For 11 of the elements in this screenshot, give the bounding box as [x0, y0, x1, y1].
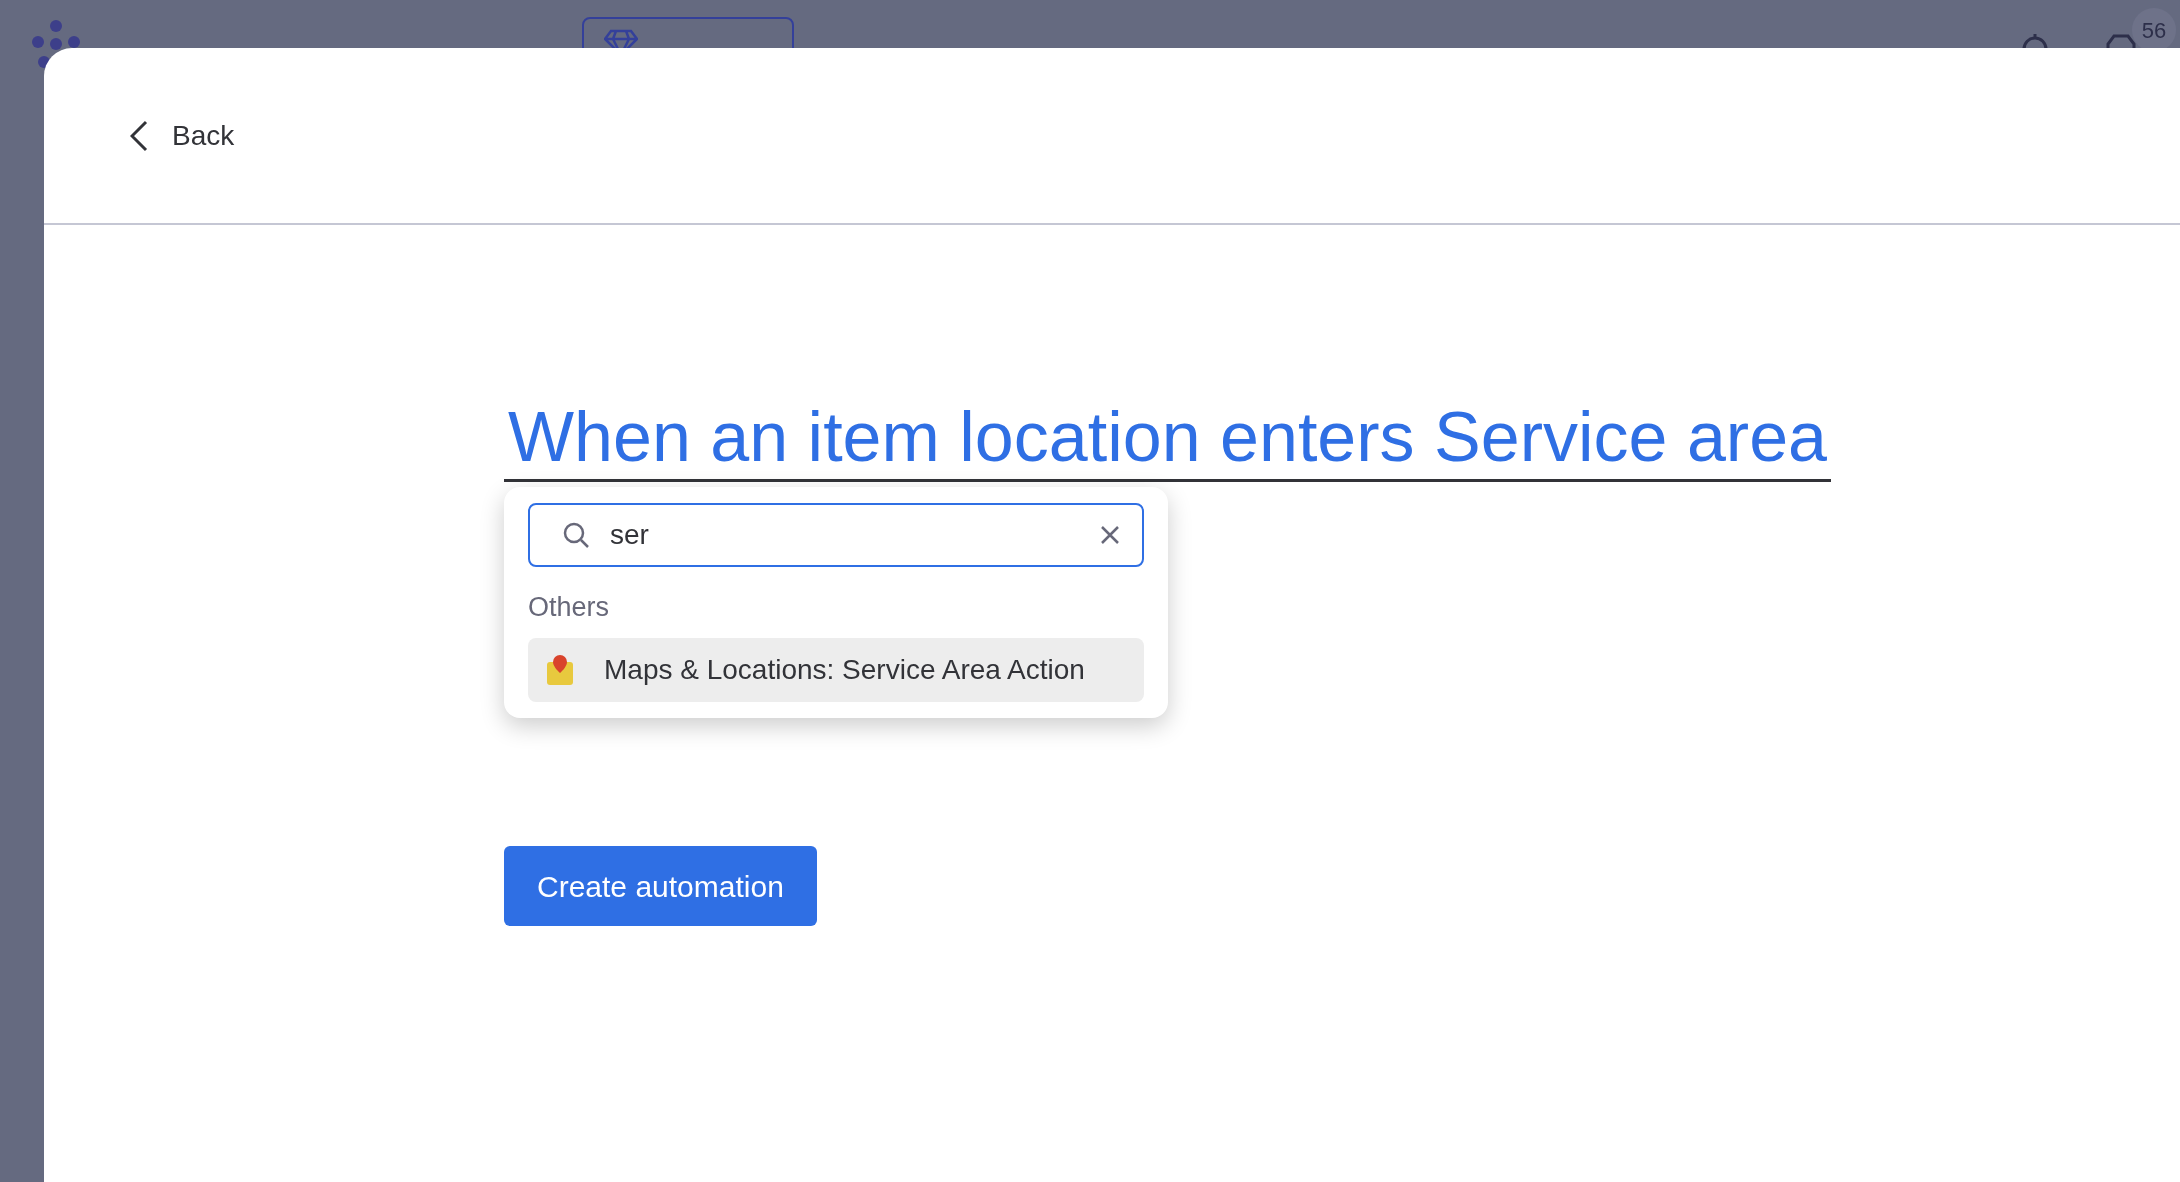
- search-icon: [562, 521, 590, 549]
- close-icon[interactable]: [1100, 525, 1120, 545]
- back-button[interactable]: Back: [130, 114, 235, 157]
- trigger-sentence[interactable]: When an item location enters Service area: [504, 395, 1831, 482]
- create-automation-button[interactable]: Create automation: [504, 846, 817, 926]
- search-field[interactable]: ser: [528, 503, 1144, 567]
- group-heading: Others: [528, 591, 611, 624]
- logo-icon: [30, 18, 82, 70]
- map-pin-icon: [546, 653, 574, 686]
- chevron-left-icon: [130, 119, 148, 152]
- dropdown-option[interactable]: Maps & Locations: Service Area Action: [528, 637, 1144, 702]
